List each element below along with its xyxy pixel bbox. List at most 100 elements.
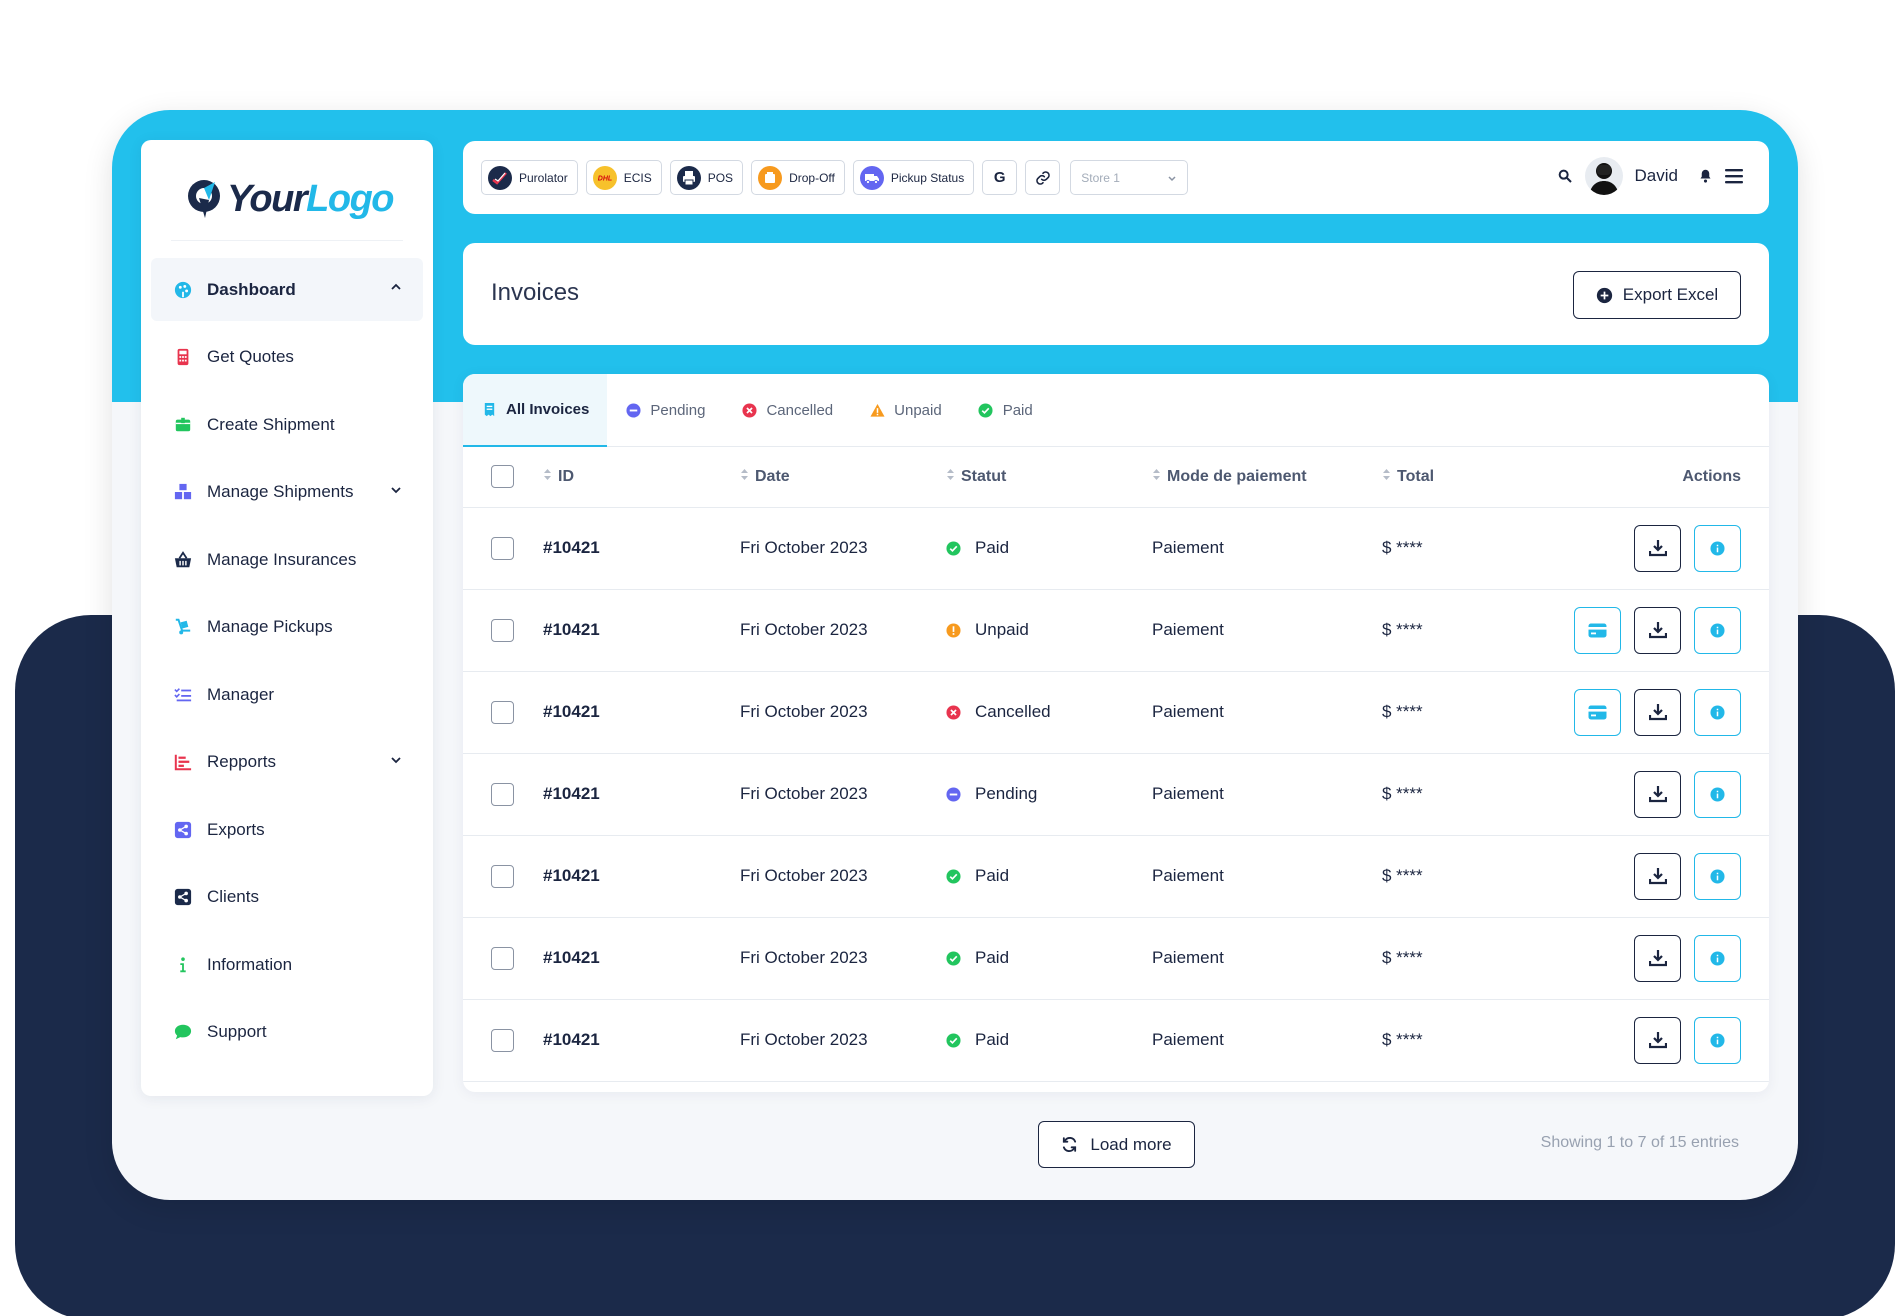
box-icon	[173, 415, 193, 435]
chip-purolator[interactable]: Purolator	[481, 160, 578, 195]
sidebar-item-label: Manage Pickups	[207, 617, 333, 636]
info-button[interactable]	[1694, 934, 1741, 982]
username[interactable]: David	[1635, 166, 1678, 186]
invoice-id[interactable]: #10421	[543, 507, 740, 590]
row-checkbox[interactable]	[491, 782, 514, 806]
invoice-actions-cell	[1562, 507, 1769, 590]
header-date[interactable]: Date	[740, 447, 946, 508]
invoice-id[interactable]: #10421	[543, 999, 740, 1082]
sidebar-item-manage-shipments[interactable]: Manage Shipments	[151, 461, 423, 524]
invoice-date: Fri October 2023	[740, 589, 946, 672]
download-button[interactable]	[1634, 770, 1681, 818]
refresh-icon	[1063, 1137, 1077, 1152]
hamburger-menu-icon[interactable]	[1725, 168, 1743, 184]
sidebar-item-dashboard[interactable]: Dashboard	[151, 258, 423, 321]
sort-icon	[946, 468, 955, 486]
select-all-checkbox[interactable]	[491, 465, 514, 489]
pay-button[interactable]	[1574, 688, 1621, 736]
store-select[interactable]: Store 1	[1070, 160, 1189, 195]
sidebar-item-repports[interactable]: Repports	[151, 731, 423, 794]
row-checkbox[interactable]	[491, 1028, 514, 1052]
chip-drop-off[interactable]: Drop-Off	[751, 160, 845, 195]
info-button[interactable]	[1694, 524, 1741, 572]
header-payment[interactable]: Mode de paiement	[1152, 447, 1382, 508]
chip-label: POS	[707, 170, 734, 185]
invoice-id[interactable]: #10421	[543, 589, 740, 672]
info-button[interactable]	[1694, 770, 1741, 818]
sort-icon	[543, 468, 552, 486]
download-button[interactable]	[1634, 934, 1681, 982]
load-more-button[interactable]: Load more	[1038, 1121, 1195, 1168]
chip-pickup-status[interactable]: Pickup Status	[852, 160, 975, 195]
chevron-down-icon[interactable]	[389, 753, 403, 767]
pay-button[interactable]	[1574, 606, 1621, 654]
avatar[interactable]	[1584, 157, 1623, 195]
info-icon	[1710, 868, 1725, 884]
calculator-icon	[173, 347, 193, 367]
avatar-silhouette-icon	[1588, 163, 1619, 195]
chevron-down-icon[interactable]	[389, 483, 403, 497]
google-button[interactable]: G	[982, 160, 1018, 195]
invoice-date: Fri October 2023	[740, 507, 946, 590]
credit-card-icon	[1588, 623, 1607, 637]
info-button[interactable]	[1694, 1016, 1741, 1064]
minus-circle-icon	[946, 787, 961, 802]
export-excel-button[interactable]: Export Excel	[1573, 271, 1741, 319]
chevron-up-icon[interactable]	[389, 280, 403, 294]
invoice-id[interactable]: #10421	[543, 671, 740, 754]
sidebar-item-clients[interactable]: Clients	[151, 866, 423, 929]
check-circle-icon	[946, 869, 961, 884]
row-checkbox[interactable]	[491, 618, 514, 642]
invoice-actions-cell	[1562, 917, 1769, 1000]
download-button[interactable]	[1634, 606, 1681, 654]
logo[interactable]: YourLogo	[185, 164, 395, 234]
row-checkbox[interactable]	[491, 946, 514, 970]
invoice-id[interactable]: #10421	[543, 835, 740, 918]
chip-ecis[interactable]: DHL ECIS	[585, 160, 662, 195]
header-status[interactable]: Statut	[946, 447, 1152, 508]
tab-all-invoices[interactable]: All Invoices	[463, 374, 608, 447]
invoice-actions-cell	[1562, 753, 1769, 836]
sidebar-item-get-quotes[interactable]: Get Quotes	[151, 326, 423, 389]
tab-pending[interactable]: Pending	[607, 374, 723, 447]
invoice-total: $ ****	[1382, 671, 1562, 754]
sidebar-item-create-shipment[interactable]: Create Shipment	[151, 393, 423, 456]
sidebar-item-label: Get Quotes	[207, 347, 294, 366]
download-icon	[1648, 1032, 1667, 1049]
download-button[interactable]	[1634, 688, 1681, 736]
sort-icon	[740, 468, 749, 486]
invoice-id[interactable]: #10421	[543, 753, 740, 836]
link-button[interactable]	[1025, 160, 1061, 195]
search-icon[interactable]	[1557, 168, 1573, 184]
tab-cancelled[interactable]: Cancelled	[723, 374, 851, 447]
sidebar-item-manage-pickups[interactable]: Manage Pickups	[151, 596, 423, 659]
sidebar-item-support[interactable]: Support	[151, 1001, 423, 1064]
download-button[interactable]	[1634, 1016, 1681, 1064]
download-button[interactable]	[1634, 524, 1681, 572]
row-checkbox[interactable]	[491, 536, 514, 560]
sidebar-item-information[interactable]: Information	[151, 933, 423, 996]
info-icon	[1710, 1032, 1725, 1048]
tab-unpaid[interactable]: Unpaid	[851, 374, 960, 447]
sidebar-item-manage-insurances[interactable]: Manage Insurances	[151, 528, 423, 591]
sidebar-item-label: Exports	[207, 819, 265, 839]
invoice-payment: Paiement	[1152, 999, 1382, 1082]
info-button[interactable]	[1694, 688, 1741, 736]
header-id[interactable]: ID	[543, 447, 740, 508]
invoice-id[interactable]: #10421	[543, 917, 740, 1000]
download-button[interactable]	[1634, 852, 1681, 900]
sidebar-item-manager[interactable]: Manager	[151, 663, 423, 726]
sidebar-item-exports[interactable]: Exports	[151, 798, 423, 861]
bell-icon[interactable]	[1698, 168, 1713, 184]
info-button[interactable]	[1694, 852, 1741, 900]
link-icon	[1035, 170, 1050, 185]
header-total[interactable]: Total	[1382, 447, 1562, 508]
info-button[interactable]	[1694, 606, 1741, 654]
invoice-status-cell: Unpaid	[946, 589, 1152, 672]
row-checkbox[interactable]	[491, 864, 514, 888]
plus-circle-icon	[1596, 287, 1612, 303]
row-checkbox[interactable]	[491, 700, 514, 724]
load-more-label: Load more	[1090, 1134, 1172, 1154]
tab-paid[interactable]: Paid	[960, 374, 1051, 447]
chip-pos[interactable]: POS	[669, 160, 744, 195]
